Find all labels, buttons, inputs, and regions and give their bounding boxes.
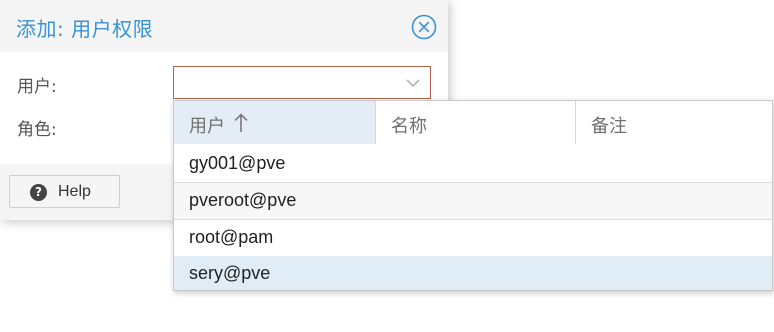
dialog-header: 添加: 用户权限 — [0, 0, 448, 52]
user-field-label: 用户: — [17, 77, 57, 97]
column-header-user-label: 用户 — [189, 116, 225, 137]
table-row-highlighted[interactable]: sery@pve — [174, 256, 772, 290]
row-user-cell: sery@pve — [189, 263, 271, 283]
chevron-down-icon[interactable] — [405, 76, 421, 90]
row-user-cell: pveroot@pve — [189, 190, 297, 210]
column-header-user[interactable]: 用户 — [174, 101, 376, 144]
row-user-cell: gy001@pve — [189, 153, 286, 173]
arrow-up-icon — [234, 113, 248, 132]
column-header-name[interactable]: 名称 — [376, 101, 576, 144]
column-header-comment-label: 备注 — [591, 116, 627, 137]
table-row[interactable]: gy001@pve — [174, 146, 772, 183]
column-header-comment[interactable]: 备注 — [576, 101, 772, 144]
close-icon[interactable] — [411, 14, 437, 40]
table-row[interactable]: root@pam — [174, 220, 772, 257]
table-row[interactable]: pveroot@pve — [174, 183, 772, 220]
row-user-cell: root@pam — [189, 227, 274, 247]
help-button[interactable]: ? Help — [9, 175, 120, 208]
question-circle-icon: ? — [30, 184, 47, 201]
help-button-label: Help — [58, 183, 91, 200]
column-header-name-label: 名称 — [391, 116, 427, 137]
role-field-label: 角色: — [17, 120, 57, 140]
dialog-title: 添加: 用户权限 — [16, 17, 154, 41]
user-combobox[interactable] — [173, 66, 431, 99]
user-picker-dropdown: 用户 名称 备注 gy001@pve pveroot@pve root@pam … — [173, 100, 773, 291]
